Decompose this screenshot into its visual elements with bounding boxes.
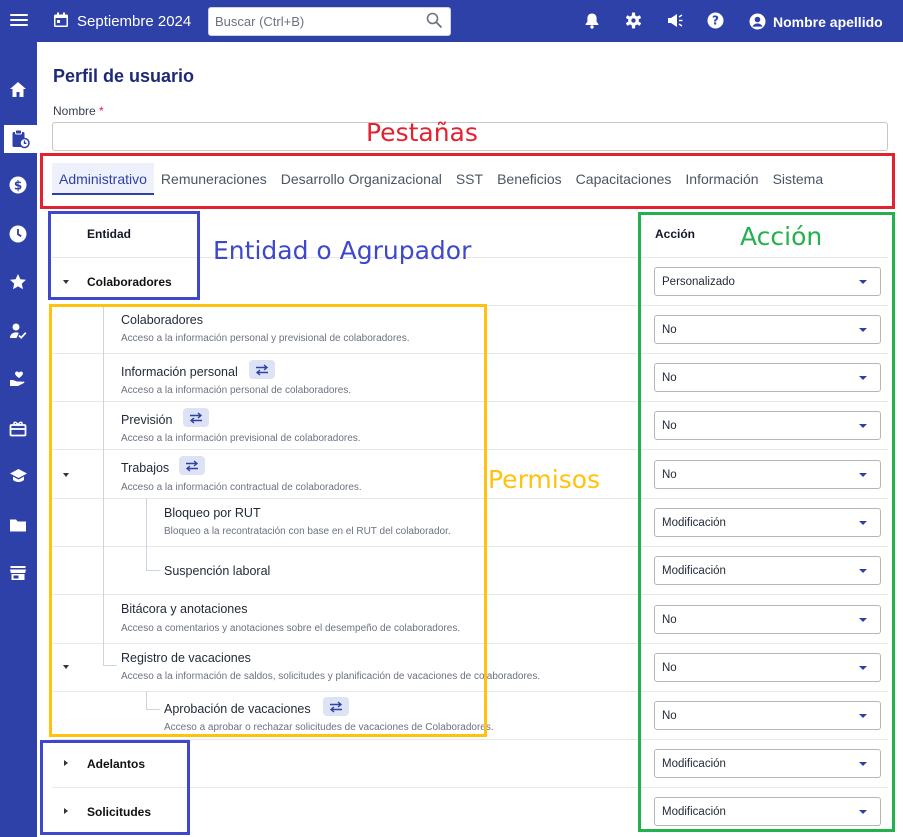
- top-bar: Septiembre 2024 ? Nombre apellido: [0, 0, 903, 42]
- action-annotation-label: Acción: [740, 222, 823, 251]
- bell-icon[interactable]: [584, 12, 600, 29]
- store-icon[interactable]: [7, 562, 29, 584]
- sidebar: $: [0, 42, 37, 837]
- home-icon[interactable]: [7, 78, 29, 100]
- star-icon[interactable]: [7, 271, 29, 293]
- tabs-annotation-box: [40, 153, 895, 209]
- person-check-icon[interactable]: [7, 320, 29, 342]
- user-name: Nombre apellido: [773, 13, 883, 30]
- folder-icon[interactable]: [7, 514, 29, 536]
- period-selector[interactable]: Septiembre 2024: [77, 13, 191, 30]
- hand-heart-icon[interactable]: [7, 368, 29, 390]
- graduation-cap-icon[interactable]: [7, 465, 29, 487]
- clipboard-clock-icon[interactable]: [0, 125, 37, 153]
- required-mark: *: [99, 104, 104, 118]
- permissions-annotation-label: Permisos: [488, 465, 601, 494]
- search-input[interactable]: [209, 8, 409, 35]
- entity-annotation-label: Entidad o Agrupador: [213, 236, 472, 265]
- user-menu[interactable]: Nombre apellido: [749, 13, 883, 30]
- permissions-annotation-box: [49, 304, 487, 737]
- gift-icon[interactable]: [7, 417, 29, 439]
- page-title: Perfil de usuario: [53, 66, 195, 86]
- search-box[interactable]: [208, 7, 451, 36]
- svg-text:$: $: [14, 178, 22, 192]
- gear-icon[interactable]: [625, 12, 642, 29]
- name-label: Nombre *: [53, 104, 104, 118]
- dollar-icon[interactable]: $: [7, 174, 29, 196]
- menu-icon[interactable]: [10, 11, 28, 31]
- entity-annotation-box: [48, 211, 200, 300]
- user-avatar-icon: [749, 13, 766, 30]
- tabs-annotation-label: Pestañas: [366, 118, 478, 147]
- calendar-icon: [54, 12, 68, 27]
- clock-icon[interactable]: [7, 223, 29, 245]
- search-icon[interactable]: [426, 12, 443, 29]
- help-icon[interactable]: ?: [707, 12, 724, 29]
- action-annotation-box: [638, 212, 895, 832]
- svg-text:?: ?: [712, 14, 719, 28]
- entity-annotation-box: [40, 740, 190, 835]
- megaphone-icon[interactable]: [666, 12, 684, 29]
